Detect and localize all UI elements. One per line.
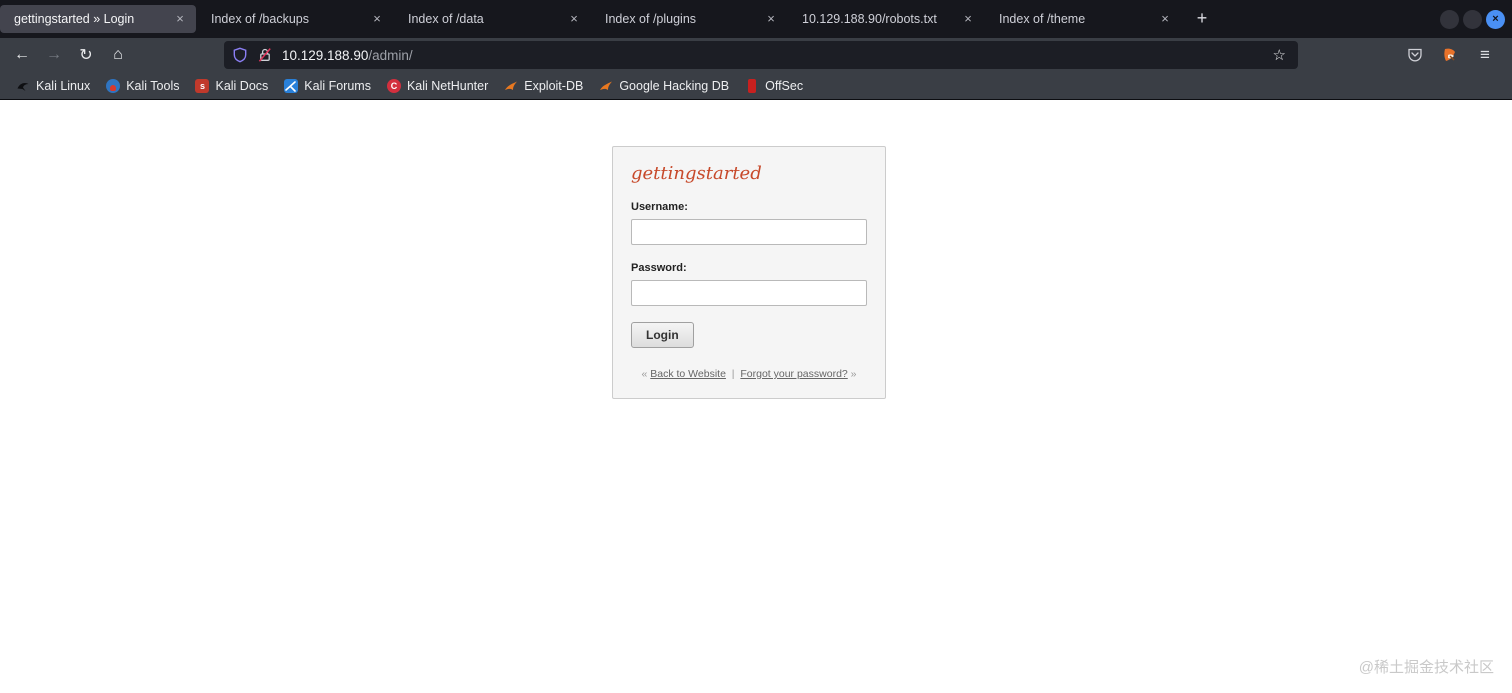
bookmark-kali-docs[interactable]: s Kali Docs — [187, 76, 276, 96]
tab-title: Index of /plugins — [605, 12, 697, 26]
password-label: Password: — [631, 262, 687, 274]
bookmark-label: Kali Forums — [304, 78, 371, 93]
login-card-footer: « Back to Website | Forgot your password… — [631, 368, 867, 382]
toolbar-right-icons: ≡ — [1402, 42, 1504, 68]
username-input[interactable] — [631, 219, 867, 245]
bookmark-label: Google Hacking DB — [619, 78, 730, 93]
bookmark-label: OffSec — [765, 78, 804, 93]
kali-forums-icon — [284, 78, 299, 93]
browser-window: gettingstarted » Login × Index of /backu… — [0, 0, 1512, 693]
tab-index-of-plugins[interactable]: Index of /plugins × — [591, 5, 787, 33]
ghdb-bird-icon — [599, 79, 613, 93]
close-icon[interactable]: × — [958, 9, 978, 29]
kali-dragon-icon — [16, 79, 30, 93]
bookmark-label: Kali Linux — [36, 78, 91, 93]
foxyproxy-extension-icon[interactable] — [1437, 42, 1463, 68]
home-button[interactable]: ⌂ — [104, 41, 132, 69]
url-host-text: 10.129.188.90 — [282, 47, 369, 63]
close-window-button[interactable]: × — [1486, 9, 1505, 29]
maximize-button[interactable] — [1463, 9, 1482, 29]
tab-bar: gettingstarted » Login × Index of /backu… — [0, 0, 1512, 38]
menu-hamburger-icon[interactable]: ≡ — [1472, 42, 1498, 68]
back-button[interactable]: ← — [8, 41, 36, 69]
bookmark-label: Kali NetHunter — [406, 78, 489, 93]
window-controls: × — [1440, 9, 1512, 29]
juejin-watermark: @稀土掘金技术社区 — [1358, 659, 1494, 676]
page-content: gettingstarted Username: Password: Login… — [0, 100, 1512, 693]
login-card: gettingstarted Username: Password: Login… — [612, 146, 886, 399]
tab-title: Index of /theme — [999, 12, 1086, 26]
reload-button[interactable]: ↻ — [72, 41, 100, 69]
tab-gettingstarted-login[interactable]: gettingstarted » Login × — [0, 5, 196, 33]
bookmarks-toolbar: Kali Linux Kali Tools s Kali Docs Kali F… — [0, 72, 1512, 100]
bookmark-label: Exploit-DB — [524, 78, 584, 93]
address-bar[interactable]: 10.129.188.90 /admin/ ☆ — [224, 41, 1298, 69]
bookmark-google-hacking-db[interactable]: Google Hacking DB — [591, 76, 737, 96]
close-icon[interactable]: × — [761, 9, 781, 29]
tab-title: Index of /data — [408, 12, 484, 26]
forward-button[interactable]: → — [40, 41, 68, 69]
close-icon[interactable]: × — [170, 9, 190, 29]
username-label: Username: — [631, 201, 688, 213]
minimize-button[interactable] — [1440, 9, 1459, 29]
site-title: gettingstarted — [631, 163, 762, 184]
new-tab-button[interactable]: + — [1188, 5, 1216, 33]
bookmark-kali-tools[interactable]: Kali Tools — [98, 76, 187, 96]
tab-index-of-theme[interactable]: Index of /theme × — [985, 5, 1181, 33]
insecure-connection-lock-icon[interactable] — [257, 47, 273, 63]
footer-separator: | — [731, 368, 735, 380]
bookmark-label: Kali Tools — [126, 78, 180, 93]
back-to-website-link[interactable]: Back to Website — [650, 368, 726, 380]
tracking-protection-shield-icon[interactable] — [232, 47, 248, 63]
bookmark-exploit-db[interactable]: Exploit-DB — [496, 76, 591, 96]
raquo-glyph: » — [850, 368, 857, 380]
close-icon[interactable]: × — [1155, 9, 1175, 29]
bookmark-kali-forums[interactable]: Kali Forums — [276, 76, 379, 96]
tab-title: gettingstarted » Login — [14, 12, 135, 26]
close-icon[interactable]: × — [367, 9, 387, 29]
kali-tools-icon — [106, 78, 121, 93]
bookmark-star-icon[interactable]: ☆ — [1269, 46, 1290, 64]
bookmark-kali-nethunter[interactable]: C Kali NetHunter — [379, 76, 496, 96]
laquo-glyph: « — [641, 368, 648, 380]
kali-nethunter-icon: C — [386, 78, 401, 93]
tab-robots-txt[interactable]: 10.129.188.90/robots.txt × — [788, 5, 984, 33]
password-input[interactable] — [631, 280, 867, 306]
tab-index-of-backups[interactable]: Index of /backups × — [197, 5, 393, 33]
pocket-icon[interactable] — [1402, 42, 1428, 68]
close-icon[interactable]: × — [564, 9, 584, 29]
tab-title: 10.129.188.90/robots.txt — [802, 12, 937, 26]
url-path-text: /admin/ — [368, 47, 413, 63]
bookmark-label: Kali Docs — [215, 78, 269, 93]
offsec-icon — [748, 78, 757, 93]
tab-title: Index of /backups — [211, 12, 309, 26]
forgot-password-link[interactable]: Forgot your password? — [740, 368, 847, 380]
navigation-toolbar: ← → ↻ ⌂ 10.129.188.90 /admin/ ☆ ≡ — [0, 38, 1512, 72]
login-button[interactable]: Login — [631, 322, 694, 348]
bookmark-kali-linux[interactable]: Kali Linux — [8, 76, 98, 96]
kali-docs-icon: s — [195, 78, 210, 93]
tab-index-of-data[interactable]: Index of /data × — [394, 5, 590, 33]
exploit-db-bird-icon — [504, 79, 518, 93]
bookmark-offsec[interactable]: OffSec — [737, 76, 811, 96]
